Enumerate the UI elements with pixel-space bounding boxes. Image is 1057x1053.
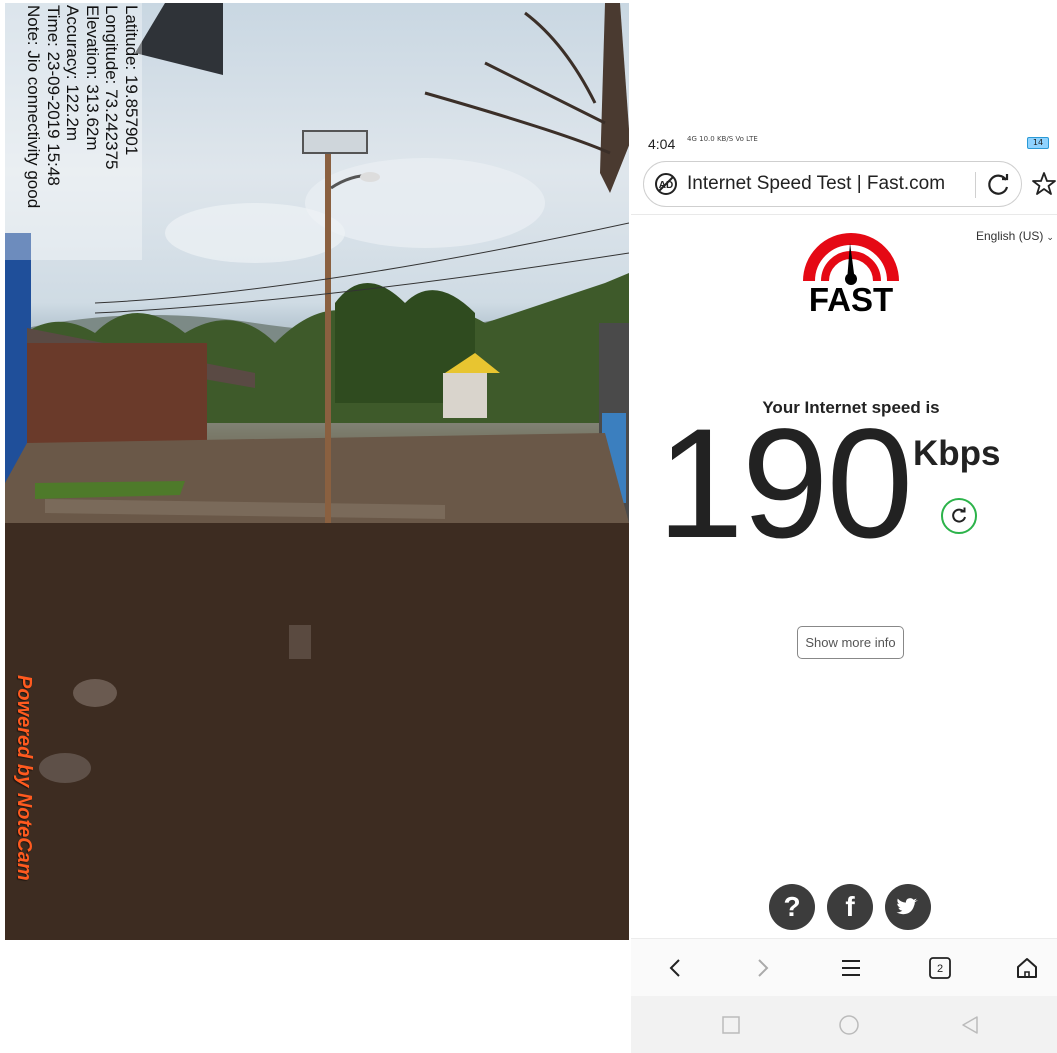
tabs-count: 2 bbox=[937, 963, 943, 975]
screenshot-composite: Latitude: 19.857901 Longitude: 73.242375… bbox=[0, 0, 1057, 1053]
signal-type: 4G bbox=[687, 135, 697, 143]
status-bar: 4:04 4G 10.0 KB/S Vo LTE 14 bbox=[631, 126, 1057, 160]
gps-note: Note: Jio connectivity good bbox=[24, 5, 44, 209]
speedometer-icon bbox=[803, 233, 899, 285]
tabs-button[interactable]: 2 bbox=[925, 953, 955, 983]
home-icon[interactable] bbox=[1012, 953, 1042, 983]
recent-apps-icon[interactable] bbox=[720, 1014, 742, 1036]
browser-toolbar: 2 bbox=[631, 938, 1057, 996]
system-back-icon[interactable] bbox=[959, 1014, 981, 1036]
network-type: Vo LTE bbox=[735, 135, 758, 143]
gps-overlay: Latitude: 19.857901 Longitude: 73.242375… bbox=[5, 3, 142, 260]
fast-logo-text: FAST bbox=[808, 281, 894, 318]
gps-elevation: Elevation: 313.62m bbox=[83, 5, 102, 151]
system-home-icon[interactable] bbox=[838, 1014, 860, 1036]
help-icon[interactable]: ? bbox=[769, 884, 815, 930]
gps-latitude: Latitude: 19.857901 bbox=[122, 5, 141, 156]
forward-icon[interactable] bbox=[747, 953, 777, 983]
back-icon[interactable] bbox=[661, 953, 691, 983]
retest-button[interactable] bbox=[941, 498, 977, 534]
facebook-glyph: f bbox=[845, 891, 855, 922]
system-navigation-bar bbox=[631, 996, 1057, 1053]
notecam-watermark: Powered by NoteCam bbox=[13, 675, 35, 881]
bookmark-star-icon[interactable] bbox=[1031, 171, 1057, 197]
language-label: English (US) bbox=[976, 229, 1044, 243]
chevron-down-icon: ⌄ bbox=[1046, 232, 1054, 242]
fast-logo[interactable]: FAST bbox=[803, 229, 899, 319]
speed-value: 190 bbox=[657, 397, 913, 571]
show-more-info-button[interactable]: Show more info bbox=[797, 626, 904, 659]
network-speed: 10.0 bbox=[699, 135, 715, 143]
refresh-icon bbox=[952, 507, 966, 523]
battery-icon: 14 bbox=[1027, 137, 1049, 149]
tabs-icon: 2 bbox=[929, 957, 951, 979]
address-bar-divider bbox=[975, 172, 976, 198]
status-time: 4:04 bbox=[648, 136, 676, 152]
question-mark-glyph: ? bbox=[783, 891, 801, 922]
notecam-photo: Latitude: 19.857901 Longitude: 73.242375… bbox=[5, 3, 629, 940]
network-info: 4G 10.0 KB/S Vo LTE bbox=[687, 135, 758, 143]
address-bar[interactable]: AD Internet Speed Test | Fast.com bbox=[643, 161, 1022, 207]
reload-icon[interactable] bbox=[985, 171, 1013, 199]
language-selector[interactable]: English (US) ⌄ bbox=[976, 229, 1054, 243]
facebook-icon[interactable]: f bbox=[827, 884, 873, 930]
adblock-icon[interactable]: AD bbox=[654, 172, 678, 196]
phone-screenshot: 4:04 4G 10.0 KB/S Vo LTE 14 AD Internet … bbox=[631, 126, 1057, 1053]
twitter-bird-icon bbox=[896, 898, 918, 915]
page-title[interactable]: Internet Speed Test | Fast.com bbox=[687, 173, 945, 195]
network-unit: KB/S bbox=[716, 135, 734, 143]
twitter-icon[interactable] bbox=[885, 884, 931, 930]
speed-unit: Kbps bbox=[913, 434, 1001, 473]
gps-time: Time: 23-09-2019 15:48 bbox=[44, 5, 63, 186]
address-bar-separator bbox=[631, 214, 1057, 215]
menu-icon[interactable] bbox=[836, 953, 866, 983]
gps-lines: Latitude: 19.857901 Longitude: 73.242375… bbox=[24, 5, 142, 209]
gps-longitude: Longitude: 73.242375 bbox=[102, 5, 122, 170]
gps-accuracy: Accuracy: 122.2m bbox=[63, 5, 83, 142]
